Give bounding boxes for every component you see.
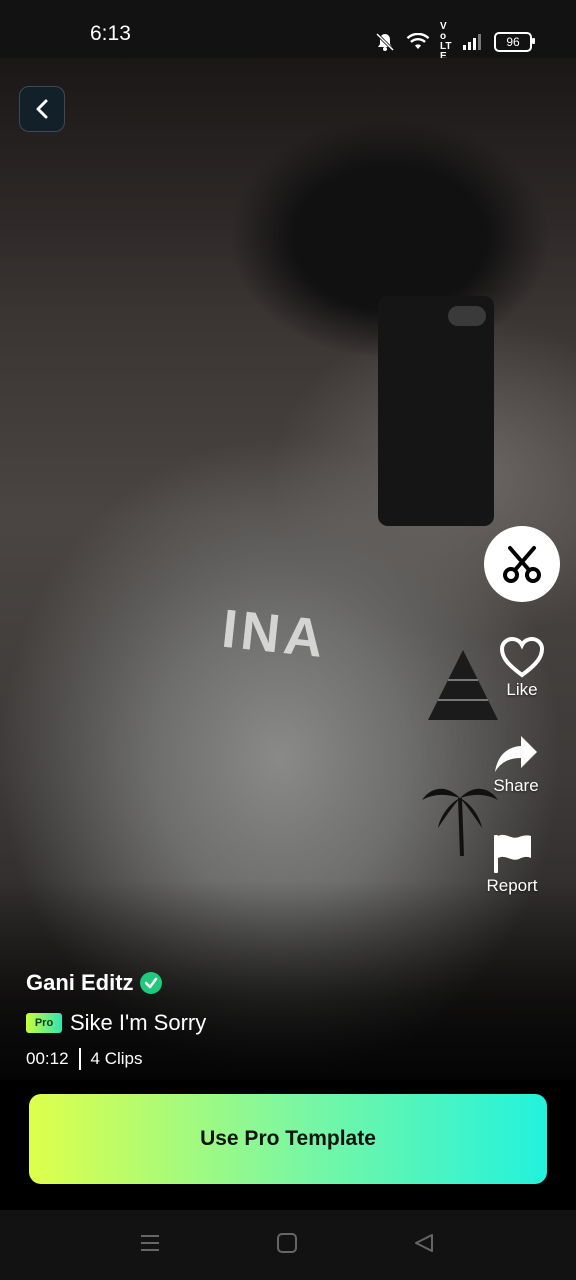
phone-in-mirror [378, 296, 494, 526]
pro-badge: Pro [26, 1013, 62, 1033]
wifi-icon [406, 33, 430, 51]
template-clip-count: 4 Clips [90, 1049, 143, 1068]
cut-edit-button[interactable] [484, 526, 560, 602]
verified-check-icon [139, 972, 162, 994]
report-button[interactable]: Report [479, 832, 545, 896]
mute-bell-icon [374, 32, 396, 52]
volte-indicator: Vo LTE [440, 21, 452, 62]
share-arrow-icon [495, 736, 537, 772]
creator-info[interactable]: Gani Editz [26, 970, 162, 996]
template-duration: 00:12 [26, 1049, 69, 1068]
shirt-print-text: INA [219, 598, 330, 670]
flag-icon [494, 834, 531, 873]
heart-icon [499, 636, 545, 678]
status-time: 6:13 [90, 22, 131, 45]
chevron-left-icon [36, 99, 48, 119]
home-icon[interactable] [276, 1232, 298, 1259]
creator-name[interactable]: Gani Editz [26, 970, 134, 996]
status-icons: Vo LTE 96 [374, 21, 535, 62]
share-button[interactable]: Share [485, 734, 547, 796]
report-label: Report [486, 876, 538, 895]
status-bar: 6:13 Vo LTE 96 [0, 0, 576, 62]
pyramid-graphic [428, 650, 498, 720]
back-button[interactable] [19, 86, 65, 132]
system-nav-bar [0, 1210, 576, 1280]
like-label: Like [506, 680, 538, 699]
template-title-row: Pro Sike I'm Sorry [26, 1010, 206, 1036]
like-button[interactable]: Like [495, 636, 549, 700]
template-title: Sike I'm Sorry [70, 1010, 207, 1035]
battery-indicator: 96 [494, 32, 535, 52]
scissors-icon [503, 546, 541, 583]
meta-divider [78, 1048, 81, 1070]
back-triangle-icon[interactable] [413, 1232, 435, 1259]
use-pro-template-button[interactable]: Use Pro Template [29, 1094, 547, 1184]
recent-apps-icon[interactable] [139, 1232, 161, 1259]
share-label: Share [493, 776, 539, 795]
phone-camera [448, 306, 486, 326]
template-meta: 00:12 4 Clips [26, 1048, 143, 1070]
signal-icon [462, 34, 484, 50]
